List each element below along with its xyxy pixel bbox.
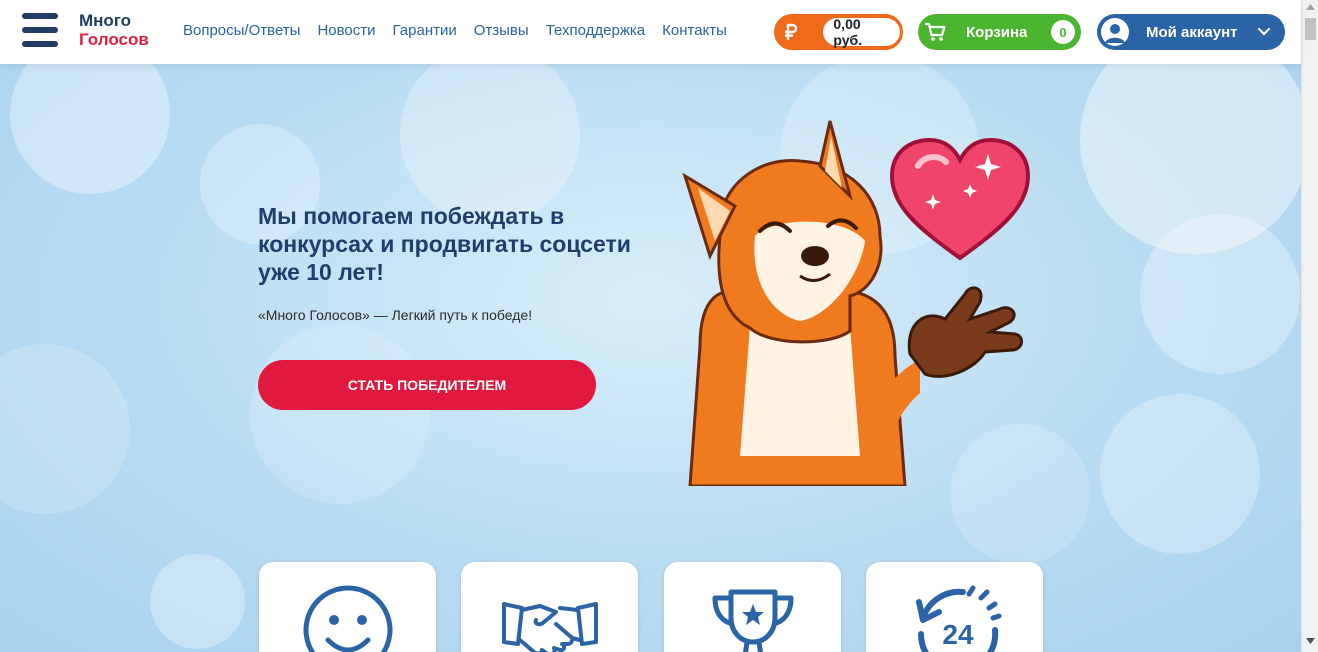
paw-hand-image	[907, 286, 1023, 378]
bokeh-decoration	[0, 344, 130, 514]
clock-24-icon: 24	[915, 585, 1001, 652]
bokeh-decoration	[250, 324, 430, 504]
logo-line2: Голосов	[79, 30, 149, 49]
cart-button[interactable]: Корзина 0	[918, 14, 1081, 50]
logo-line1: Много	[79, 11, 132, 30]
feature-card-trophy[interactable]	[664, 562, 841, 652]
balance-button[interactable]: 0,00 руб.	[774, 14, 903, 50]
feature-card-24h[interactable]: 24	[866, 562, 1043, 652]
handshake-icon	[501, 602, 598, 652]
cart-icon	[918, 14, 954, 50]
menu-icon[interactable]	[22, 13, 58, 47]
feature-card-handshake[interactable]	[461, 562, 638, 652]
bokeh-decoration	[950, 424, 1090, 564]
feature-card-smile[interactable]	[259, 562, 436, 652]
site-logo[interactable]: Много Голосов	[79, 11, 149, 49]
bokeh-decoration	[1140, 214, 1300, 374]
bokeh-decoration	[150, 554, 245, 649]
site-header: Много Голосов Вопросы/Ответы Новости Гар…	[0, 0, 1301, 64]
nav-guarantees[interactable]: Гарантии	[393, 22, 457, 39]
vertical-scrollbar[interactable]	[1301, 0, 1318, 652]
become-winner-button[interactable]: СТАТЬ ПОБЕДИТЕЛЕМ	[258, 360, 596, 410]
smile-icon	[303, 585, 392, 652]
cart-label: Корзина	[966, 23, 1028, 41]
chevron-down-icon	[1257, 27, 1271, 36]
nav-contacts[interactable]: Контакты	[662, 22, 727, 39]
hero-section: Мы помогаем побеждать в конкурсах и прод…	[0, 64, 1301, 652]
fox-mascot-image	[682, 120, 920, 486]
account-label: Мой аккаунт	[1146, 23, 1238, 41]
bokeh-decoration	[1100, 394, 1260, 554]
nav-news[interactable]: Новости	[317, 22, 375, 39]
ruble-icon	[777, 17, 805, 47]
balance-value: 0,00 руб.	[823, 16, 900, 48]
account-button[interactable]: Мой аккаунт	[1097, 14, 1285, 50]
trophy-icon	[712, 589, 793, 652]
main-nav: Вопросы/Ответы Новости Гарантии Отзывы Т…	[183, 22, 727, 39]
scrollbar-thumb[interactable]	[1305, 18, 1316, 40]
scroll-down-arrow-icon[interactable]	[1306, 638, 1315, 644]
nav-faq[interactable]: Вопросы/Ответы	[183, 22, 300, 39]
hero-subtitle: «Много Голосов» — Легкий путь к победе!	[258, 307, 533, 323]
hero-title: Мы помогаем побеждать в конкурсах и прод…	[258, 203, 631, 285]
nav-reviews[interactable]: Отзывы	[474, 22, 529, 39]
clock-24-label: 24	[942, 619, 974, 650]
nav-support[interactable]: Техподдержка	[546, 22, 645, 39]
scroll-up-arrow-icon[interactable]	[1306, 4, 1315, 10]
bokeh-decoration	[400, 64, 580, 224]
user-icon	[1101, 18, 1129, 46]
cart-count-badge: 0	[1051, 20, 1075, 44]
heart-image	[889, 137, 1031, 261]
bokeh-decoration	[10, 64, 170, 194]
